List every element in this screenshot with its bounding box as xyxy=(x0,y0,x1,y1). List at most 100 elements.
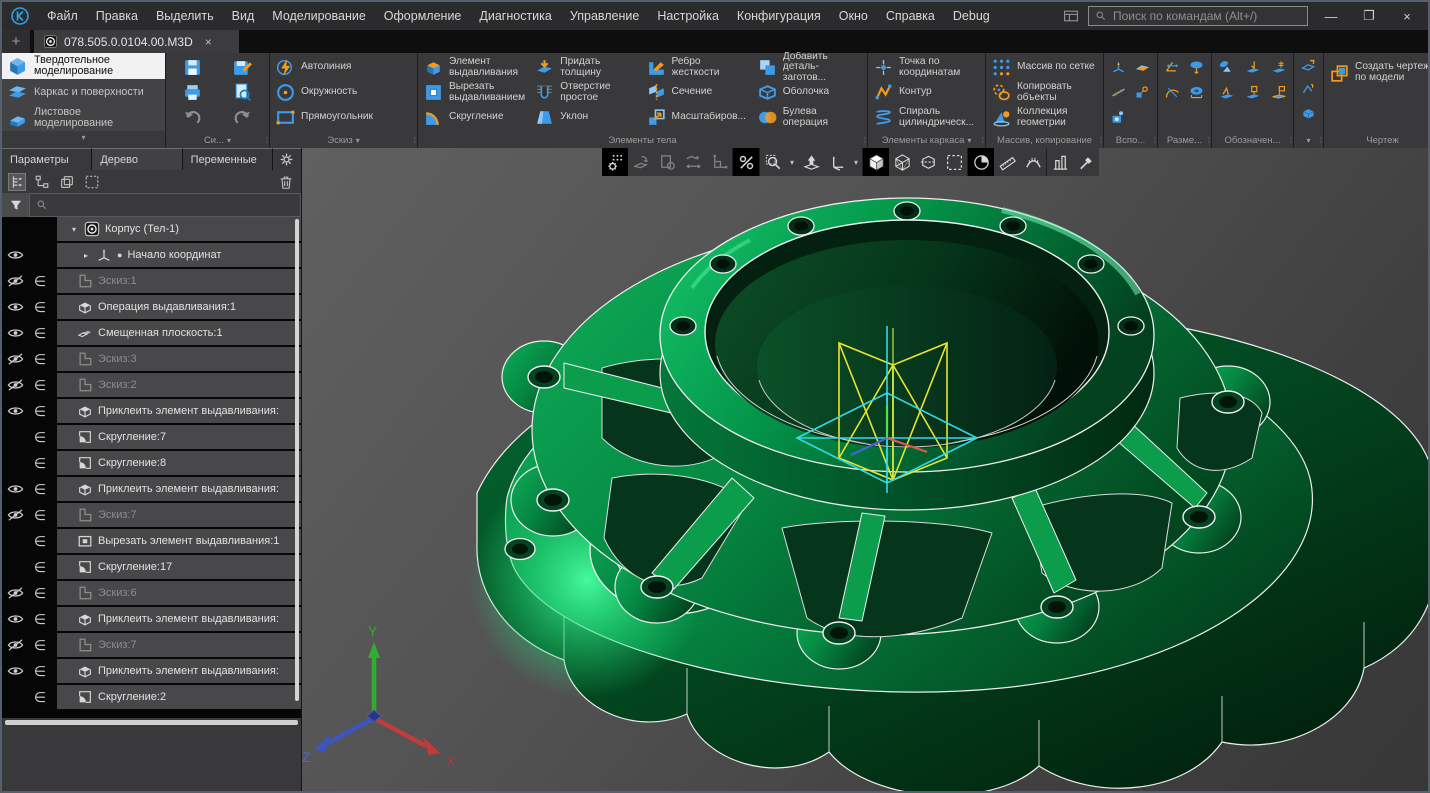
tree-item-body[interactable]: Вырезать элемент выдавливания:1 xyxy=(57,529,301,553)
eye-hidden-icon[interactable] xyxy=(7,275,24,287)
create-drawing-button[interactable]: Создать чертеж по модели xyxy=(1326,55,1430,91)
clip-box-button[interactable] xyxy=(915,148,941,176)
cylindrical-spiral-button[interactable]: Спираль цилиндрическ... xyxy=(870,105,983,130)
rib-button[interactable]: Ребро жесткости xyxy=(643,55,754,80)
section-button[interactable]: Сечение xyxy=(643,80,754,105)
check-body-button[interactable] xyxy=(1300,104,1317,121)
eye-visible-icon[interactable] xyxy=(7,483,24,495)
tree-copy-button[interactable] xyxy=(59,174,75,190)
close-button[interactable]: × xyxy=(1392,7,1422,26)
save-as-button[interactable] xyxy=(232,57,253,78)
tree-item-body[interactable]: Приклеить элемент выдавливания: xyxy=(57,399,301,423)
sketch-mode-button[interactable] xyxy=(706,148,732,176)
orientation-dropdown-icon[interactable]: ▾ xyxy=(850,148,862,176)
diameter-dimension-button[interactable] xyxy=(1188,84,1205,101)
tree-item-body[interactable]: Эскиз:2 xyxy=(57,373,301,397)
camera-view-button[interactable] xyxy=(1110,109,1127,126)
aux-plane-button[interactable] xyxy=(1134,59,1151,76)
tree-item-body[interactable]: Приклеить элемент выдавливания: xyxy=(57,477,301,501)
tab-parameters[interactable]: Параметры xyxy=(2,148,92,170)
group-sketch-footer[interactable]: Эскиз▾⁞ xyxy=(270,133,417,148)
menu-edit[interactable]: Правка xyxy=(87,5,147,27)
rectangle-button[interactable]: Прямоугольник xyxy=(272,105,415,130)
render-quality-button[interactable] xyxy=(968,148,994,176)
eye-visible-icon[interactable] xyxy=(7,249,24,261)
group-designations-footer[interactable]: Обозначен...⁞ xyxy=(1212,133,1293,148)
tree-horizontal-scrollbar[interactable] xyxy=(2,718,301,726)
scale-button[interactable]: Масштабиров... xyxy=(643,105,754,130)
menu-diagnostics[interactable]: Диагностика xyxy=(470,5,560,27)
delete-button[interactable] xyxy=(278,174,294,190)
angular-dimension-button[interactable] xyxy=(1164,84,1181,101)
command-search[interactable] xyxy=(1088,6,1308,26)
eye-hidden-icon[interactable] xyxy=(7,639,24,651)
roughness-button[interactable] xyxy=(1218,59,1235,76)
display-wireframe-button[interactable] xyxy=(889,148,915,176)
eye-hidden-icon[interactable] xyxy=(7,353,24,365)
menu-select[interactable]: Выделить xyxy=(147,5,223,27)
snap-move-button[interactable] xyxy=(628,148,654,176)
maximize-button[interactable]: ❐ xyxy=(1354,6,1384,26)
menu-management[interactable]: Управление xyxy=(561,5,649,27)
linear-dimension-button[interactable] xyxy=(1164,59,1181,76)
mode-sheet-metal[interactable]: Листовое моделирование xyxy=(2,105,165,131)
control-point-button[interactable] xyxy=(1134,84,1151,101)
undo-button[interactable] xyxy=(182,107,203,128)
mode-solid-modeling[interactable]: Твердотельное моделирование xyxy=(2,53,165,79)
tree-item-body[interactable]: Эскиз:1 xyxy=(57,269,301,293)
radial-dimension-button[interactable] xyxy=(1188,59,1205,76)
tree-item-body[interactable]: Скругление:17 xyxy=(57,555,301,579)
expander-icon[interactable]: ▾ xyxy=(69,225,79,234)
tree-item-body[interactable]: Скругление:7 xyxy=(57,425,301,449)
zoom-area-button[interactable] xyxy=(760,148,786,176)
auto-dimension-button[interactable] xyxy=(680,148,706,176)
tab-tree[interactable]: Дерево xyxy=(92,148,182,170)
panel-settings-button[interactable] xyxy=(273,148,301,170)
dimensions-panel-button[interactable] xyxy=(1047,148,1073,176)
tree-marquee-button[interactable] xyxy=(84,174,100,190)
grid-settings-button[interactable] xyxy=(602,148,628,176)
tree-vertical-scrollbar[interactable] xyxy=(295,219,299,701)
simple-hole-button[interactable]: Отверстие простое xyxy=(531,80,642,105)
eyedropper-button[interactable] xyxy=(1073,148,1099,176)
group-checks-footer[interactable]: ▾⁞ xyxy=(1294,133,1323,148)
leader-line-button[interactable] xyxy=(1244,59,1261,76)
eye-visible-icon[interactable] xyxy=(7,301,24,313)
tree-item-body[interactable]: ▾ Корпус (Тел-1) xyxy=(57,217,301,241)
zoom-dropdown-icon[interactable]: ▾ xyxy=(786,148,798,176)
viewport-3d[interactable]: X Y Z ▾ ▾ xyxy=(302,148,1428,791)
tree-relations-button[interactable] xyxy=(34,174,50,190)
tab-variables[interactable]: Переменные xyxy=(183,148,273,170)
tree-item-body[interactable]: Приклеить элемент выдавливания: xyxy=(57,607,301,631)
eye-hidden-icon[interactable] xyxy=(7,509,24,521)
document-tab[interactable]: 078.505.0.0104.00.M3D × xyxy=(34,30,239,53)
tree-search-input[interactable] xyxy=(29,193,301,217)
fillet-button[interactable]: Скругление xyxy=(420,105,531,130)
print-preview-button[interactable] xyxy=(232,82,253,103)
command-search-input[interactable] xyxy=(1113,9,1301,23)
menu-modeling[interactable]: Моделирование xyxy=(263,5,375,27)
menu-debug[interactable]: Debug xyxy=(944,5,999,27)
datum-button[interactable] xyxy=(1270,59,1287,76)
tree-item-body[interactable]: ▸ ● Начало координат xyxy=(57,243,301,267)
thicken-button[interactable]: Придать толщину xyxy=(531,55,642,80)
tree-item-body[interactable]: Эскиз:3 xyxy=(57,347,301,371)
tree-item-body[interactable]: Эскиз:6 xyxy=(57,581,301,605)
add-part-stock-button[interactable]: Добавить деталь-заготов... xyxy=(754,55,865,80)
group-body-footer[interactable]: Элементы тела⁞ xyxy=(418,133,867,148)
local-csys-button[interactable] xyxy=(1110,59,1127,76)
autoline-button[interactable]: Автолиния xyxy=(272,55,415,80)
model-housing[interactable] xyxy=(469,198,1428,791)
group-drawing-footer[interactable]: Чертеж⁞ xyxy=(1324,133,1430,148)
modes-expander[interactable]: ▾ xyxy=(2,131,165,143)
menu-styling[interactable]: Оформление xyxy=(375,5,471,27)
tree-item-body[interactable]: Эскиз:7 xyxy=(57,633,301,657)
tree-item-body[interactable]: Приклеить элемент выдавливания: xyxy=(57,659,301,683)
save-button[interactable] xyxy=(182,57,203,78)
group-dims-footer[interactable]: Разме...⁞ xyxy=(1158,133,1211,148)
tree-item-body[interactable]: Скругление:8 xyxy=(57,451,301,475)
snap-toggle-button[interactable] xyxy=(733,148,759,176)
eye-visible-icon[interactable] xyxy=(7,327,24,339)
group-copy-footer[interactable]: Массив, копирование⁞ xyxy=(986,133,1103,148)
curvature-button[interactable] xyxy=(1020,148,1046,176)
